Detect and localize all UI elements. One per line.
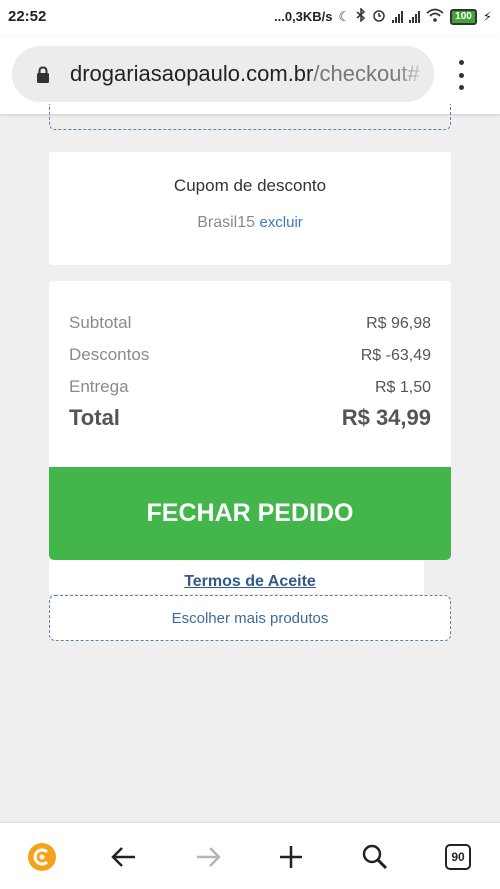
back-arrow-icon[interactable]	[104, 837, 144, 877]
summary-label: Subtotal	[69, 313, 132, 332]
new-tab-icon[interactable]	[271, 837, 311, 877]
lock-icon	[36, 66, 50, 89]
forward-arrow-icon[interactable]	[188, 837, 228, 877]
status-bar: 22:52 ...0,3KB/s ☾ 100 ⚡	[0, 0, 500, 36]
terms-link[interactable]: Termos de Aceite	[49, 573, 451, 591]
signal-icon	[392, 10, 404, 23]
browser-toolbar: drogariasaopaulo.com.br/checkout#	[0, 36, 500, 114]
total-label: Total	[69, 405, 120, 430]
tab-count-icon[interactable]: 90	[438, 837, 478, 877]
status-time: 22:52	[8, 8, 47, 25]
network-speed: ...0,3KB/s	[273, 9, 333, 24]
signal-icon-2	[409, 10, 421, 23]
search-icon[interactable]	[355, 837, 395, 877]
browser-logo-icon[interactable]	[22, 837, 62, 877]
summary-row-total: Total R$ 34,99	[69, 405, 431, 431]
url-domain: drogariasaopaulo.com.br	[70, 61, 314, 86]
summary-row-discounts: Descontos R$ -63,49	[69, 345, 431, 365]
url-fade	[394, 46, 434, 102]
summary-label: Descontos	[69, 345, 150, 364]
alarm-icon	[372, 8, 386, 25]
remove-coupon-link[interactable]: excluir	[259, 214, 302, 231]
total-value: R$ 34,99	[341, 405, 431, 430]
previous-section-edge	[49, 104, 451, 130]
summary-row-subtotal: Subtotal R$ 96,98	[69, 313, 431, 333]
browser-bottom-nav: 90	[0, 822, 500, 889]
charging-icon: ⚡	[482, 8, 492, 24]
summary-row-delivery: Entrega R$ 1,50	[69, 377, 431, 397]
menu-icon[interactable]	[450, 60, 472, 90]
bluetooth-icon	[356, 7, 366, 25]
summary-label: Entrega	[69, 377, 129, 396]
checkout-button[interactable]: FECHAR PEDIDO	[49, 467, 451, 560]
tab-count: 90	[445, 844, 471, 870]
coupon-card: Cupom de desconto Brasil15 excluir	[49, 152, 451, 265]
summary-value: R$ 1,50	[374, 379, 431, 396]
battery-icon: 100	[450, 8, 477, 25]
order-summary-card: Subtotal R$ 96,98 Descontos R$ -63,49 En…	[49, 281, 451, 467]
summary-value: R$ -63,49	[360, 347, 431, 364]
more-products-button[interactable]: Escolher mais produtos	[49, 595, 451, 641]
summary-value: R$ 96,98	[366, 315, 431, 332]
status-icons: ...0,3KB/s ☾ 100 ⚡	[273, 7, 492, 25]
coupon-code-row: Brasil15 excluir	[49, 214, 451, 232]
address-bar[interactable]: drogariasaopaulo.com.br/checkout#	[12, 46, 434, 102]
moon-icon: ☾	[338, 8, 351, 24]
wifi-icon	[426, 8, 444, 25]
coupon-code: Brasil15	[197, 214, 255, 231]
coupon-title: Cupom de desconto	[173, 176, 327, 195]
url-text: drogariasaopaulo.com.br/checkout#	[70, 61, 420, 87]
